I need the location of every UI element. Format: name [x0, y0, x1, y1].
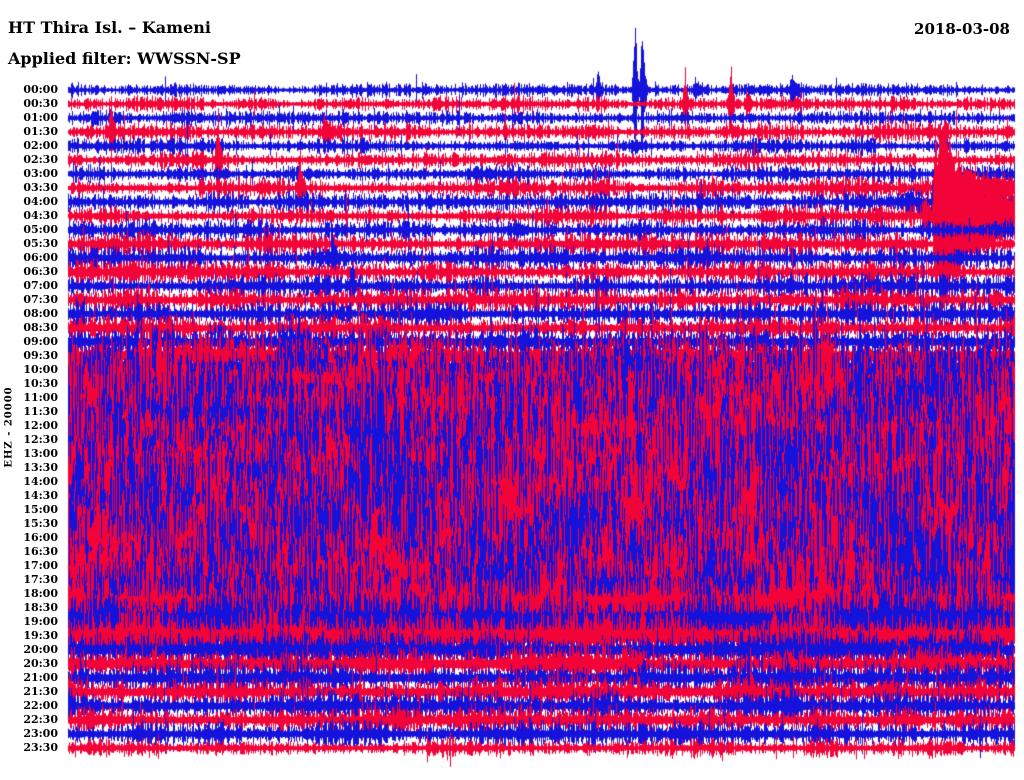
seismogram-traces	[0, 0, 1024, 780]
time-label: 10:30	[23, 377, 58, 390]
time-label: 00:30	[23, 97, 58, 110]
station-title: HT Thira Isl. – Kameni	[8, 18, 211, 37]
time-label: 20:00	[23, 643, 58, 656]
time-label: 17:30	[23, 573, 58, 586]
date-label: 2018-03-08	[914, 20, 1010, 38]
time-label: 20:30	[23, 657, 58, 670]
time-label: 02:30	[23, 153, 58, 166]
time-label: 04:00	[23, 195, 58, 208]
time-label: 09:30	[23, 349, 58, 362]
time-label: 23:30	[23, 741, 58, 754]
time-label: 18:30	[23, 601, 58, 614]
time-label: 04:30	[23, 209, 58, 222]
time-label: 21:00	[23, 671, 58, 684]
time-label: 05:00	[23, 223, 58, 236]
time-label: 14:30	[23, 489, 58, 502]
time-label: 22:30	[23, 713, 58, 726]
time-label: 08:00	[23, 307, 58, 320]
time-label: 10:00	[23, 363, 58, 376]
time-label: 05:30	[23, 237, 58, 250]
time-label: 07:30	[23, 293, 58, 306]
time-label: 22:00	[23, 699, 58, 712]
time-label: 11:00	[23, 391, 58, 404]
helicorder-page: { "chart_data": { "type": "line", "subty…	[0, 0, 1024, 780]
time-label: 18:00	[23, 587, 58, 600]
time-label: 02:00	[23, 139, 58, 152]
time-label: 09:00	[23, 335, 58, 348]
time-label: 15:00	[23, 503, 58, 516]
time-label: 00:00	[23, 83, 58, 96]
time-label: 01:30	[23, 125, 58, 138]
time-label: 08:30	[23, 321, 58, 334]
time-label: 14:00	[23, 475, 58, 488]
time-label: 17:00	[23, 559, 58, 572]
time-label: 15:30	[23, 517, 58, 530]
applied-filter-label: Applied filter: WWSSN-SP	[8, 49, 241, 68]
time-label: 19:30	[23, 629, 58, 642]
time-label: 16:30	[23, 545, 58, 558]
time-label: 13:00	[23, 447, 58, 460]
time-label: 11:30	[23, 405, 58, 418]
time-label: 19:00	[23, 615, 58, 628]
time-label: 06:30	[23, 265, 58, 278]
time-label: 01:00	[23, 111, 58, 124]
time-label: 23:00	[23, 727, 58, 740]
time-label: 03:00	[23, 167, 58, 180]
time-label: 12:30	[23, 433, 58, 446]
time-label: 12:00	[23, 419, 58, 432]
time-label: 03:30	[23, 181, 58, 194]
time-label: 16:00	[23, 531, 58, 544]
time-label: 07:00	[23, 279, 58, 292]
time-label: 13:30	[23, 461, 58, 474]
time-label: 21:30	[23, 685, 58, 698]
time-label: 06:00	[23, 251, 58, 264]
